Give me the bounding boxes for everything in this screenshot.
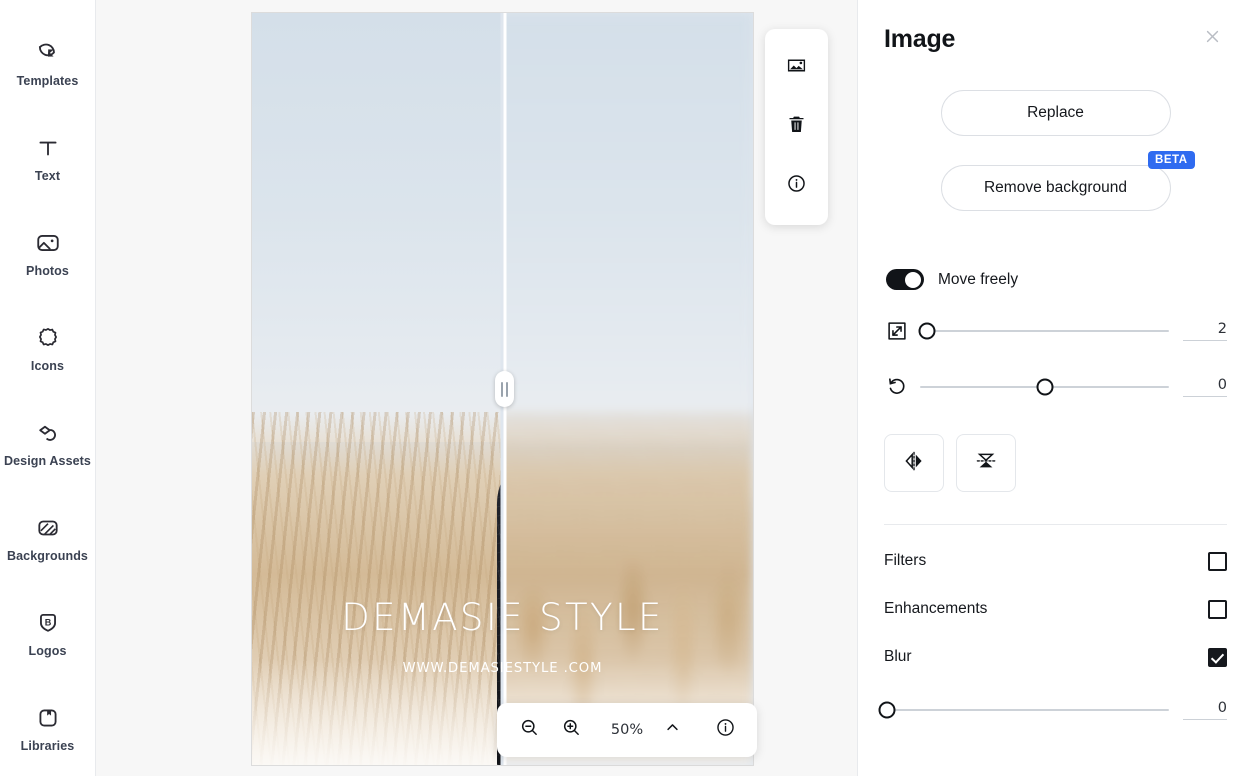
backgrounds-icon [35, 515, 61, 541]
rotate-value[interactable]: 0 [1183, 377, 1227, 397]
blur-slider-handle[interactable] [878, 701, 896, 719]
sidebar-item-logos[interactable]: B Logos [0, 586, 96, 681]
blur-slider-track[interactable] [878, 697, 1169, 723]
app-root: Templates Text Photos Icons Design Asset… [0, 0, 1253, 776]
icons-icon [35, 325, 61, 351]
sidebar-item-label: Libraries [20, 738, 75, 753]
libraries-icon [35, 705, 61, 731]
zoom-presets-button[interactable] [654, 712, 690, 748]
split-grip[interactable] [495, 371, 514, 407]
scale-slider-handle[interactable] [918, 322, 936, 340]
flip-buttons-row [884, 434, 1227, 492]
sidebar-item-backgrounds[interactable]: Backgrounds [0, 491, 96, 586]
resize-icon [884, 318, 910, 344]
scale-slider-track[interactable] [918, 318, 1169, 344]
zoom-out-icon [519, 717, 540, 743]
blur-value[interactable]: 0 [1183, 700, 1227, 720]
chevron-up-icon [663, 718, 682, 742]
rotate-slider-track[interactable] [920, 374, 1169, 400]
delete-button[interactable] [777, 107, 817, 147]
effect-label: Blur [884, 648, 912, 665]
rotate-icon [884, 374, 910, 400]
zoom-in-button[interactable] [553, 712, 589, 748]
move-freely-toggle[interactable] [886, 269, 924, 290]
image-properties-panel: Image Replace Remove background BETA Mov… [857, 0, 1253, 776]
replace-image-icon [786, 55, 807, 81]
zoom-out-button[interactable] [511, 712, 547, 748]
design-assets-icon [35, 420, 61, 446]
sidebar-item-libraries[interactable]: Libraries [0, 681, 96, 776]
panel-body: Replace Remove background BETA Move free… [858, 54, 1253, 525]
sidebar-item-label: Text [34, 168, 61, 183]
svg-text:B: B [44, 617, 51, 627]
replace-button[interactable]: Replace [940, 90, 1171, 136]
effect-label: Filters [884, 552, 927, 569]
left-sidebar: Templates Text Photos Icons Design Asset… [0, 0, 96, 776]
effect-label: Enhancements [884, 600, 988, 617]
panel-title: Image [884, 24, 956, 53]
flip-vertical-icon [974, 449, 998, 478]
sidebar-item-label: Logos [28, 643, 67, 658]
flip-horizontal-button[interactable] [884, 434, 944, 492]
scale-slider-row: 2 [884, 316, 1227, 346]
flip-vertical-button[interactable] [956, 434, 1016, 492]
photos-icon [35, 230, 61, 256]
rotate-slider-handle[interactable] [1036, 378, 1053, 396]
close-panel-button[interactable] [1197, 24, 1227, 54]
beta-badge: BETA [1148, 151, 1195, 169]
info-button[interactable] [777, 166, 817, 206]
sidebar-item-text[interactable]: Text [0, 111, 96, 206]
scale-value[interactable]: 2 [1183, 321, 1227, 341]
enhancements-checkbox[interactable] [1208, 599, 1227, 619]
text-icon [35, 135, 61, 161]
artboard[interactable]: DEMASIE STYLE WWW.DEMASIESTYLE .COM [252, 13, 753, 765]
sidebar-item-label: Design Assets [4, 453, 91, 468]
sidebar-item-templates[interactable]: Templates [0, 16, 96, 111]
move-freely-row: Move freely [884, 269, 1227, 290]
sidebar-item-label: Templates [16, 73, 79, 88]
panel-header: Image [858, 0, 1253, 54]
rotate-slider-row: 0 [884, 372, 1227, 402]
canvas-area[interactable]: DEMASIE STYLE WWW.DEMASIESTYLE .COM 50% [96, 0, 857, 776]
templates-icon [35, 40, 61, 66]
close-icon [1202, 26, 1223, 52]
sidebar-item-design-assets[interactable]: Design Assets [0, 396, 96, 491]
replace-image-button[interactable] [777, 48, 817, 88]
canvas-info-button[interactable] [707, 712, 743, 748]
remove-background-button[interactable]: Remove background [940, 165, 1171, 211]
effect-row-filters[interactable]: Filters [858, 537, 1253, 585]
info-icon [715, 717, 736, 743]
effect-row-enhancements[interactable]: Enhancements [858, 585, 1253, 633]
zoom-in-icon [561, 717, 582, 743]
sidebar-item-label: Icons [30, 358, 65, 373]
zoom-toolbar: 50% [497, 703, 757, 757]
sidebar-item-photos[interactable]: Photos [0, 206, 96, 301]
effects-section: Filters Enhancements Blur 0 [858, 525, 1253, 725]
info-icon [786, 173, 807, 199]
flip-horizontal-icon [902, 449, 926, 478]
move-freely-label: Move freely [938, 270, 1019, 288]
sidebar-item-icons[interactable]: Icons [0, 301, 96, 396]
blur-slider-row: 0 [858, 695, 1253, 725]
split-handle[interactable] [495, 13, 514, 765]
remove-background-wrapper: Remove background BETA [940, 151, 1195, 211]
sidebar-item-label: Photos [26, 263, 69, 278]
logos-icon: B [35, 610, 61, 636]
blur-checkbox[interactable] [1208, 647, 1227, 667]
sidebar-item-label: Backgrounds [7, 548, 88, 563]
zoom-level-value[interactable]: 50% [606, 722, 648, 738]
filters-checkbox[interactable] [1208, 551, 1227, 571]
delete-icon [786, 114, 807, 140]
object-toolbar [765, 29, 828, 225]
effect-row-blur[interactable]: Blur [858, 633, 1253, 681]
